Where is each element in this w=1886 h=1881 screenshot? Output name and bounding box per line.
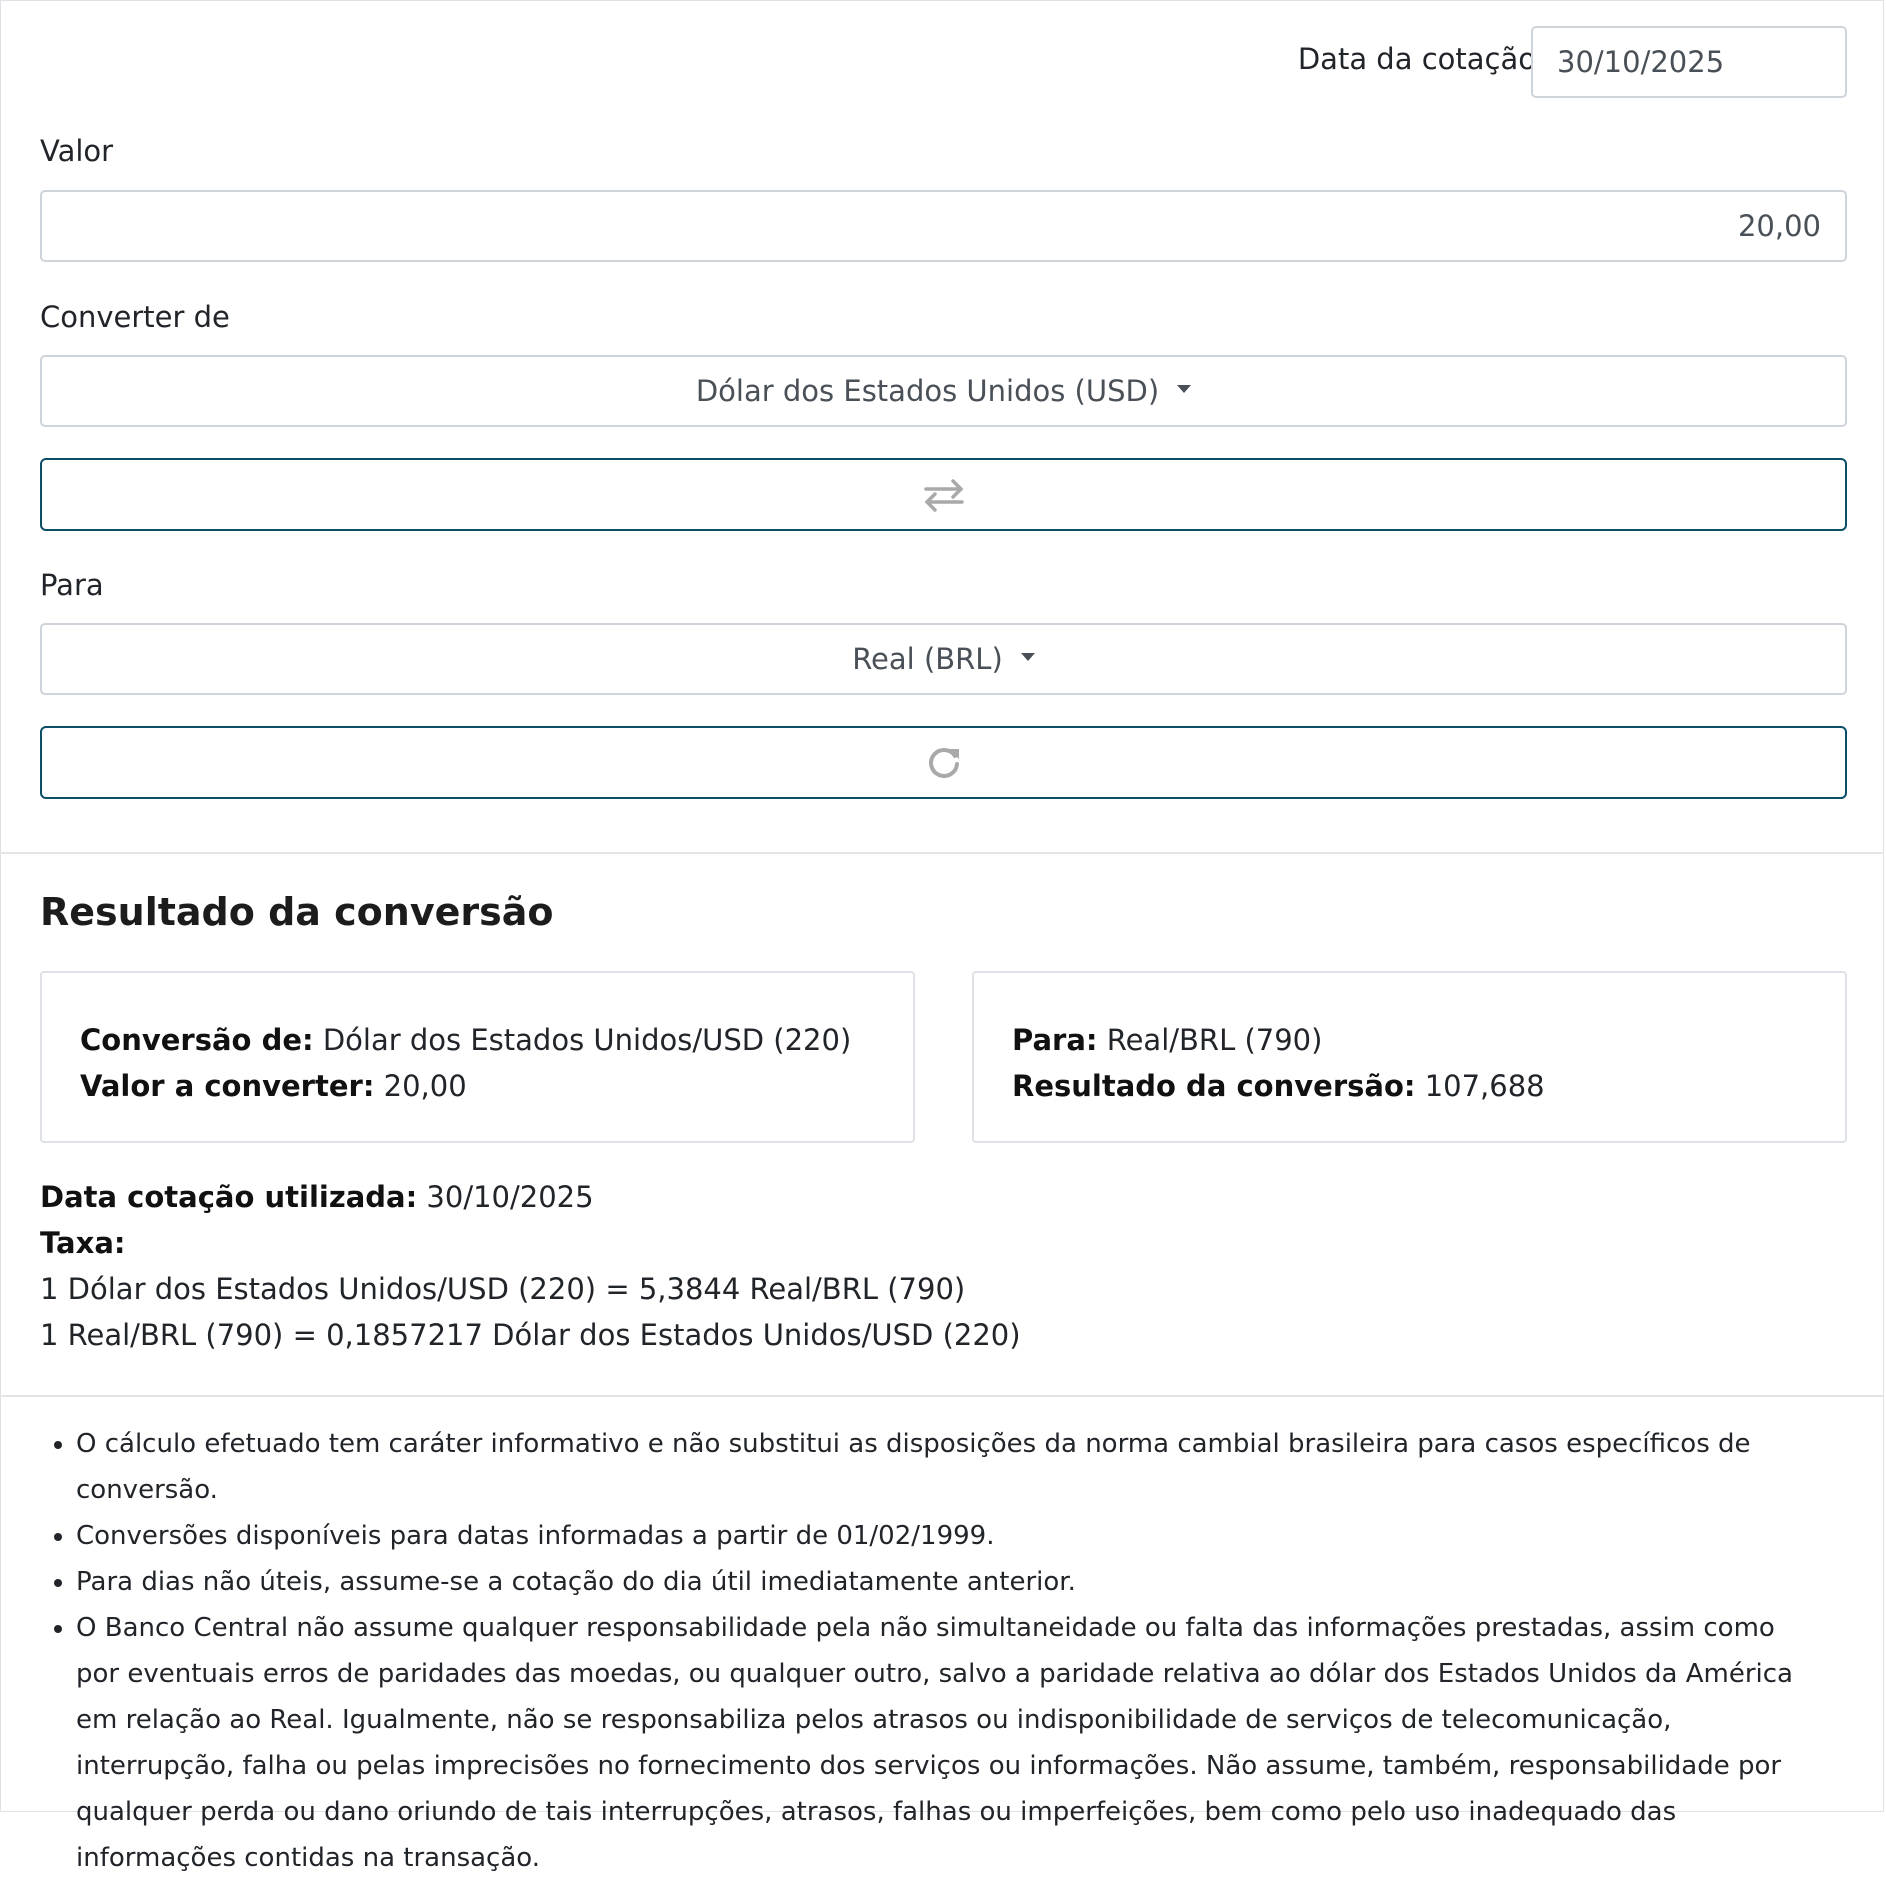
to-currency-dropdown[interactable]: Real (BRL) <box>40 623 1847 695</box>
caret-down-icon <box>1177 385 1192 393</box>
disclaimer-item: O cálculo efetuado tem caráter informati… <box>76 1421 1800 1513</box>
swap-currencies-button[interactable] <box>40 458 1847 531</box>
date-used-label: Data cotação utilizada: <box>40 1180 418 1214</box>
to-label: Para <box>40 568 104 602</box>
convert-button[interactable] <box>40 726 1847 799</box>
date-label: Data da cotação <box>1297 42 1536 76</box>
from-label: Converter de <box>40 300 230 334</box>
result-heading: Resultado da conversão <box>40 890 554 934</box>
date-used-line: Data cotação utilizada: 30/10/2025 <box>40 1174 1840 1220</box>
disclaimer-list: O cálculo efetuado tem caráter informati… <box>0 1421 1800 1881</box>
conversion-from-value: Dólar dos Estados Unidos/USD (220) <box>322 1023 852 1057</box>
value-input[interactable]: 20,00 <box>40 190 1847 262</box>
conversion-to-label: Para: <box>1012 1023 1098 1057</box>
value-to-convert-label: Valor a converter: <box>80 1069 375 1103</box>
conversion-result-line: Resultado da conversão: 107,688 <box>1012 1063 1845 1109</box>
disclaimer-item: Para dias não úteis, assume-se a cotação… <box>76 1559 1800 1605</box>
conversion-result-value: 107,688 <box>1424 1069 1545 1103</box>
rate-line-1: 1 Dólar dos Estados Unidos/USD (220) = 5… <box>40 1272 966 1306</box>
conversion-to-line: Para: Real/BRL (790) <box>1012 1017 1845 1063</box>
value-label: Valor <box>40 134 114 168</box>
section-divider <box>0 1395 1884 1397</box>
value-to-convert-line: Valor a converter: 20,00 <box>80 1063 913 1109</box>
rate-label: Taxa: <box>40 1226 126 1260</box>
conversion-result-label: Resultado da conversão: <box>1012 1069 1416 1103</box>
swap-arrows-icon <box>923 478 964 512</box>
date-input[interactable]: 30/10/2025 <box>1531 26 1847 98</box>
from-currency-dropdown[interactable]: Dólar dos Estados Unidos (USD) <box>40 355 1847 427</box>
from-currency-value: Dólar dos Estados Unidos (USD) <box>695 374 1160 408</box>
rate-line-2: 1 Real/BRL (790) = 0,1857217 Dólar dos E… <box>40 1318 1021 1352</box>
rate-info: Data cotação utilizada: 30/10/2025 Taxa:… <box>40 1174 1840 1358</box>
result-card-to: Para: Real/BRL (790) Resultado da conver… <box>972 971 1847 1143</box>
date-used-value: 30/10/2025 <box>426 1180 594 1214</box>
disclaimer-item: Conversões disponíveis para datas inform… <box>76 1513 1800 1559</box>
conversion-from-line: Conversão de: Dólar dos Estados Unidos/U… <box>80 1017 913 1063</box>
caret-down-icon <box>1020 653 1035 661</box>
disclaimer-item: O Banco Central não assume qualquer resp… <box>76 1605 1800 1881</box>
refresh-icon <box>928 747 959 778</box>
value-to-convert: 20,00 <box>383 1069 467 1103</box>
conversion-from-label: Conversão de: <box>80 1023 314 1057</box>
conversion-to-value: Real/BRL (790) <box>1106 1023 1323 1057</box>
result-card-from: Conversão de: Dólar dos Estados Unidos/U… <box>40 971 915 1143</box>
to-currency-value: Real (BRL) <box>852 642 1003 676</box>
section-divider <box>0 852 1884 854</box>
